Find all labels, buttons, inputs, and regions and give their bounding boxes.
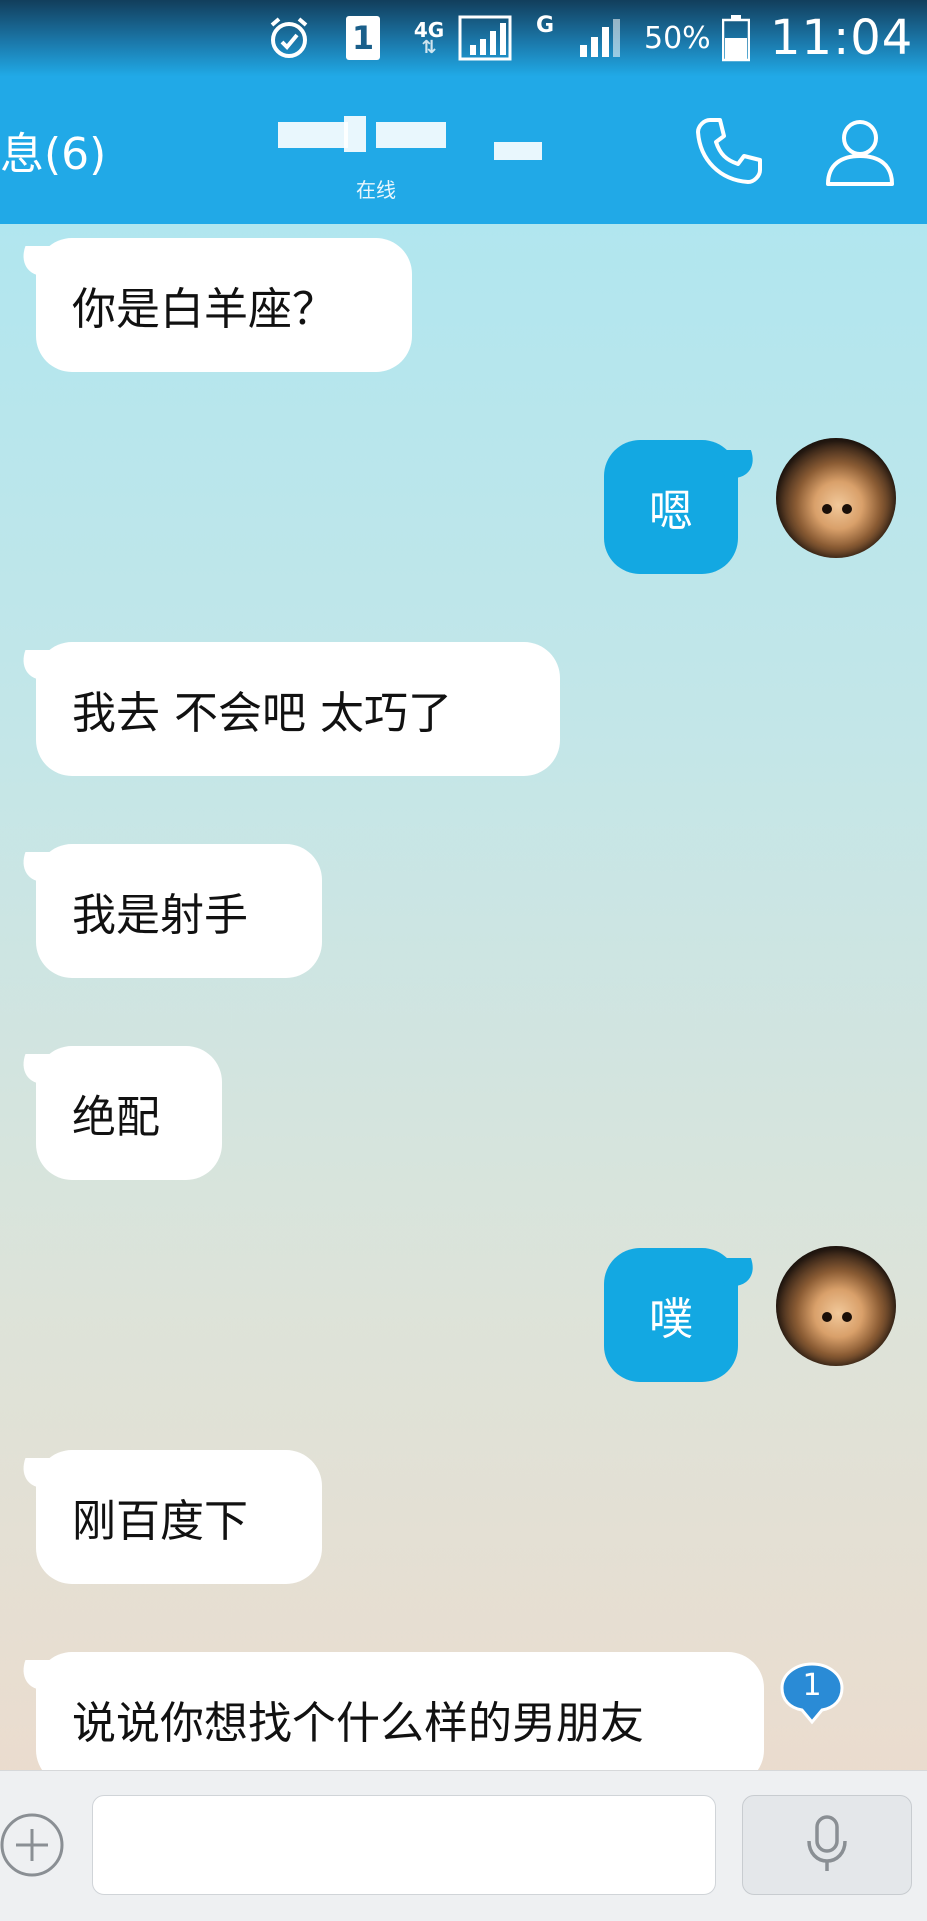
message-bubble-incoming[interactable]: 绝配 (36, 1046, 222, 1180)
battery-icon (722, 10, 752, 66)
message-bubble-incoming[interactable]: 说说你想找个什么样的男朋友 (36, 1652, 764, 1786)
signal-icon (458, 10, 518, 66)
network-type-indicator: 4G ⇅ (406, 10, 452, 66)
voice-button[interactable] (742, 1795, 912, 1895)
phone-icon[interactable] (692, 114, 766, 188)
user-avatar[interactable] (776, 1246, 896, 1366)
message-bubble-incoming[interactable]: 你是白羊座？ (36, 238, 412, 372)
back-button[interactable]: 息(6) (0, 118, 106, 182)
second-network-label: G (536, 12, 555, 38)
status-bar: 1 4G ⇅ G 50% 11:04 (0, 0, 927, 76)
battery-percent: 50% (644, 20, 711, 56)
message-input[interactable] (92, 1795, 716, 1895)
alarm-clock-icon (266, 10, 316, 66)
data-arrows-icon: ⇅ (421, 37, 437, 58)
contact-icon[interactable] (822, 112, 898, 188)
input-bar (0, 1770, 927, 1921)
unread-count-badge[interactable]: 1 (778, 1660, 846, 1728)
microphone-icon (803, 1813, 851, 1877)
plus-circle-icon[interactable] (0, 1809, 68, 1881)
message-bubble-outgoing[interactable]: 噗 (604, 1248, 738, 1382)
unread-count: 1 (802, 1668, 822, 1703)
signal-icon (578, 10, 628, 66)
sim-slot-label: 1 (346, 16, 380, 60)
clock-time: 11:04 (770, 10, 914, 66)
chat-header: 息(6) 在线 (0, 76, 927, 224)
message-bubble-incoming[interactable]: 我是射手 (36, 844, 322, 978)
user-avatar[interactable] (776, 438, 896, 558)
message-bubble-incoming[interactable]: 刚百度下 (36, 1450, 322, 1584)
message-bubble-outgoing[interactable]: 嗯 (604, 440, 738, 574)
sim-icon: 1 (346, 10, 386, 66)
contact-status: 在线 (356, 178, 396, 202)
message-bubble-incoming[interactable]: 我去 不会吧 太巧了 (36, 642, 560, 776)
